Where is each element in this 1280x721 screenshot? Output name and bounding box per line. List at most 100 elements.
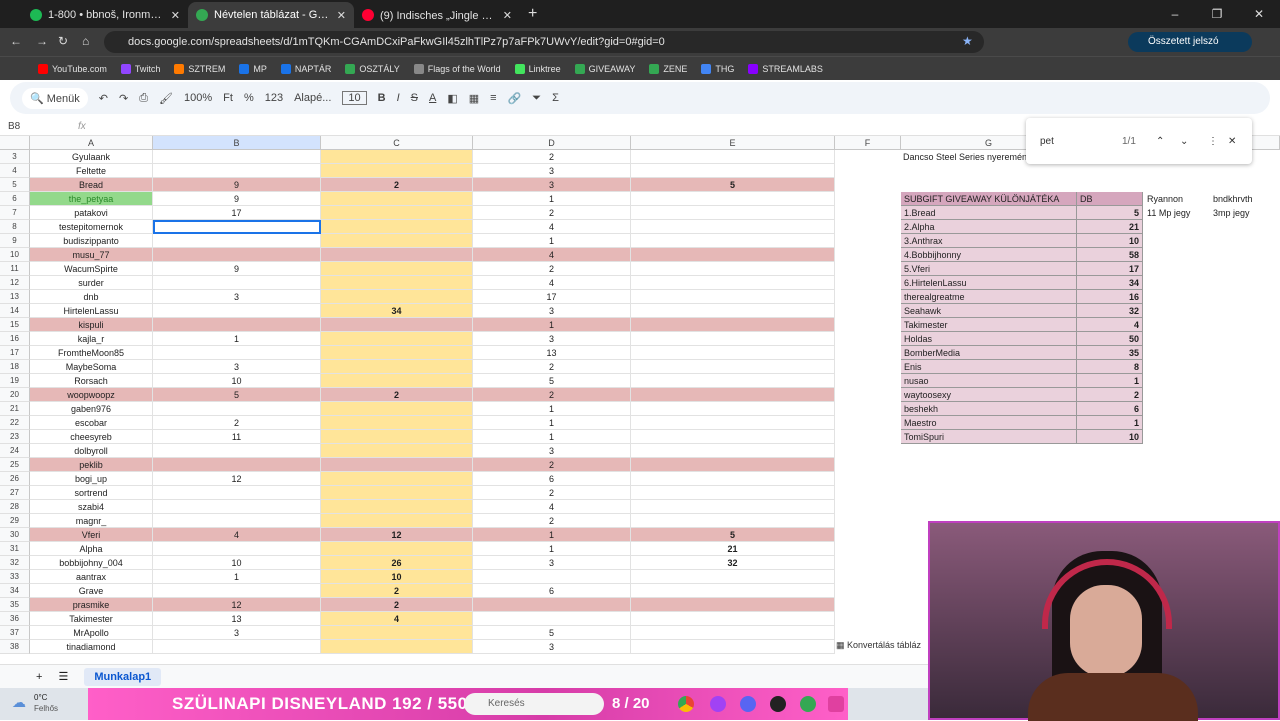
row-header[interactable]: 36: [0, 612, 30, 626]
cell-e[interactable]: [631, 584, 835, 598]
cell-e[interactable]: [631, 248, 835, 262]
cell-b[interactable]: [153, 640, 321, 654]
cell-a[interactable]: HirtelenLassu: [30, 304, 153, 318]
cell-c[interactable]: [321, 206, 473, 220]
row-header[interactable]: 30: [0, 528, 30, 542]
reload-icon[interactable]: ↻: [58, 34, 68, 48]
row-header[interactable]: 37: [0, 626, 30, 640]
cell-e[interactable]: [631, 276, 835, 290]
cell-a[interactable]: Takimester: [30, 612, 153, 626]
cell-d[interactable]: 2: [473, 486, 631, 500]
bold-icon[interactable]: B: [378, 92, 386, 104]
cell-b[interactable]: [153, 542, 321, 556]
cell-c[interactable]: [321, 346, 473, 360]
cell-a[interactable]: Vferi: [30, 528, 153, 542]
cell-a[interactable]: bogi_up: [30, 472, 153, 486]
cell-c[interactable]: [321, 458, 473, 472]
cell-b[interactable]: [153, 458, 321, 472]
cell-a[interactable]: tinadiamond: [30, 640, 153, 654]
cell-b[interactable]: 1: [153, 332, 321, 346]
cell-a[interactable]: escobar: [30, 416, 153, 430]
cell-e[interactable]: [631, 220, 835, 234]
cell-a[interactable]: Feltette: [30, 164, 153, 178]
cell-d[interactable]: 3: [473, 332, 631, 346]
cell-c[interactable]: [321, 486, 473, 500]
cell-e[interactable]: [631, 332, 835, 346]
cell-e[interactable]: [631, 150, 835, 164]
cell-c[interactable]: [321, 150, 473, 164]
cell-e[interactable]: [631, 598, 835, 612]
cell-e[interactable]: 32: [631, 556, 835, 570]
cell-b[interactable]: [153, 220, 321, 234]
cell-e[interactable]: [631, 402, 835, 416]
cell-c[interactable]: [321, 360, 473, 374]
cell-c[interactable]: [321, 164, 473, 178]
row-header[interactable]: 20: [0, 388, 30, 402]
cell-b[interactable]: 12: [153, 598, 321, 612]
cell-b[interactable]: [153, 304, 321, 318]
cell-d[interactable]: 2: [473, 206, 631, 220]
row-header[interactable]: 32: [0, 556, 30, 570]
cell-b[interactable]: 10: [153, 556, 321, 570]
tab-close-icon[interactable]: ✕: [171, 9, 180, 22]
cell-d[interactable]: 2: [473, 360, 631, 374]
row-header[interactable]: 6: [0, 192, 30, 206]
column-header[interactable]: A: [30, 136, 153, 150]
app-icon[interactable]: [710, 696, 726, 712]
cell-d[interactable]: 1: [473, 542, 631, 556]
cell-e[interactable]: [631, 374, 835, 388]
cell-e[interactable]: [631, 388, 835, 402]
cell-c[interactable]: [321, 514, 473, 528]
cell-d[interactable]: 2: [473, 388, 631, 402]
close-find-icon[interactable]: ✕: [1228, 136, 1236, 147]
row-header[interactable]: 3: [0, 150, 30, 164]
cell-d[interactable]: 3: [473, 164, 631, 178]
row-header[interactable]: 33: [0, 570, 30, 584]
cell-d[interactable]: 17: [473, 290, 631, 304]
cell-e[interactable]: [631, 346, 835, 360]
cell-a[interactable]: MaybeSoma: [30, 360, 153, 374]
cell-c[interactable]: [321, 332, 473, 346]
cell-c[interactable]: [321, 220, 473, 234]
cell-c[interactable]: 26: [321, 556, 473, 570]
row-header[interactable]: 24: [0, 444, 30, 458]
cell-b[interactable]: [153, 150, 321, 164]
bookmark-item[interactable]: Linktree: [514, 63, 561, 74]
row-header[interactable]: 21: [0, 402, 30, 416]
cell-e[interactable]: [631, 262, 835, 276]
row-header[interactable]: 14: [0, 304, 30, 318]
cell-d[interactable]: [473, 570, 631, 584]
bookmark-item[interactable]: OSZTÁLY: [345, 63, 400, 74]
percent-button[interactable]: %: [244, 92, 254, 104]
cell-c[interactable]: [321, 276, 473, 290]
cell-b[interactable]: [153, 402, 321, 416]
cell-d[interactable]: 3: [473, 640, 631, 654]
cell-a[interactable]: Bread: [30, 178, 153, 192]
row-header[interactable]: 15: [0, 318, 30, 332]
cell-a[interactable]: the_petyaa: [30, 192, 153, 206]
find-input[interactable]: pet: [1040, 136, 1122, 147]
cell-a[interactable]: MrApollo: [30, 626, 153, 640]
cell-b[interactable]: [153, 514, 321, 528]
cell-d[interactable]: 1: [473, 528, 631, 542]
streamlabs-icon[interactable]: [828, 696, 844, 712]
cell-c[interactable]: [321, 542, 473, 556]
home-icon[interactable]: ⌂: [82, 34, 89, 48]
cell-d[interactable]: 1: [473, 318, 631, 332]
cell-a[interactable]: magnr_: [30, 514, 153, 528]
borders-icon[interactable]: ▦: [469, 92, 479, 105]
cell-d[interactable]: 6: [473, 584, 631, 598]
cell-d[interactable]: 1: [473, 192, 631, 206]
italic-icon[interactable]: I: [397, 92, 400, 104]
row-header[interactable]: 35: [0, 598, 30, 612]
cell-e[interactable]: [631, 444, 835, 458]
cell-d[interactable]: 2: [473, 262, 631, 276]
cell-d[interactable]: 2: [473, 514, 631, 528]
bookmark-item[interactable]: Twitch: [120, 63, 160, 74]
row-header[interactable]: 5: [0, 178, 30, 192]
cell-c[interactable]: [321, 248, 473, 262]
password-button[interactable]: Összetett jelszó megadása: [1128, 32, 1252, 67]
cell-e[interactable]: [631, 192, 835, 206]
functions-icon[interactable]: Σ: [552, 92, 559, 104]
tab-close-icon[interactable]: ✕: [337, 9, 346, 22]
